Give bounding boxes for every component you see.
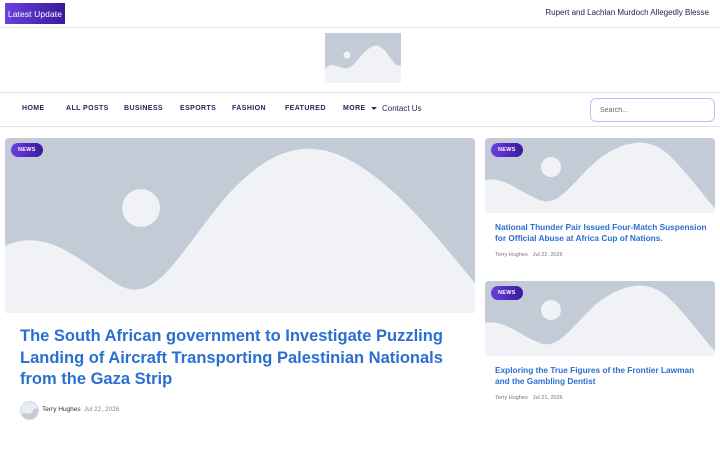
nav-more-label: MORE <box>343 105 366 112</box>
side-post-title[interactable]: Exploring the True Figures of the Fronti… <box>495 365 710 387</box>
chevron-down-icon <box>370 106 377 110</box>
nav-featured[interactable]: FEATURED <box>285 105 326 112</box>
top-ticker-bar: Latest Update Rupert and Lachlan Murdoch… <box>0 0 720 28</box>
category-badge[interactable]: NEWS <box>491 143 523 157</box>
post-date: Jul 22, 2026 <box>532 252 563 258</box>
ticker-headline-link[interactable]: Rupert and Lachlan Murdoch Allegedly Ble… <box>545 8 709 17</box>
main-navigation: HOME ALL POSTS BUSINESS ESPORTS FASHION … <box>0 92 720 127</box>
image-placeholder-icon <box>5 138 475 313</box>
nav-more-dropdown[interactable]: MORE <box>343 105 377 112</box>
image-placeholder-icon <box>325 33 401 83</box>
post-author[interactable]: Terry Hughes <box>495 395 528 401</box>
side-post-meta: Terry Hughes Jul 22, 2026 <box>495 252 563 258</box>
nav-contact-us[interactable]: Contact Us <box>382 104 422 113</box>
post-date: Jul 22, 2026 <box>84 406 120 413</box>
site-logo[interactable] <box>325 33 401 83</box>
post-author[interactable]: Terry Hughes <box>42 406 81 413</box>
author-avatar[interactable] <box>20 401 39 420</box>
nav-fashion[interactable]: FASHION <box>232 105 266 112</box>
nav-home[interactable]: HOME <box>22 105 45 112</box>
featured-post-image[interactable] <box>5 138 475 313</box>
post-date: Jul 21, 2026 <box>532 395 563 401</box>
search-input[interactable] <box>590 98 715 122</box>
nav-business[interactable]: BUSINESS <box>124 105 163 112</box>
latest-update-button[interactable]: Latest Update <box>5 3 65 24</box>
featured-post-title[interactable]: The South African government to Investig… <box>20 326 460 391</box>
category-badge[interactable]: NEWS <box>11 143 43 157</box>
nav-all-posts[interactable]: ALL POSTS <box>66 105 109 112</box>
nav-esports[interactable]: ESPORTS <box>180 105 216 112</box>
post-author[interactable]: Terry Hughes <box>495 252 528 258</box>
image-placeholder-icon <box>21 402 38 419</box>
side-post-title[interactable]: National Thunder Pair Issued Four-Match … <box>495 222 710 244</box>
side-post-meta: Terry Hughes Jul 21, 2026 <box>495 395 563 401</box>
category-badge[interactable]: NEWS <box>491 286 523 300</box>
